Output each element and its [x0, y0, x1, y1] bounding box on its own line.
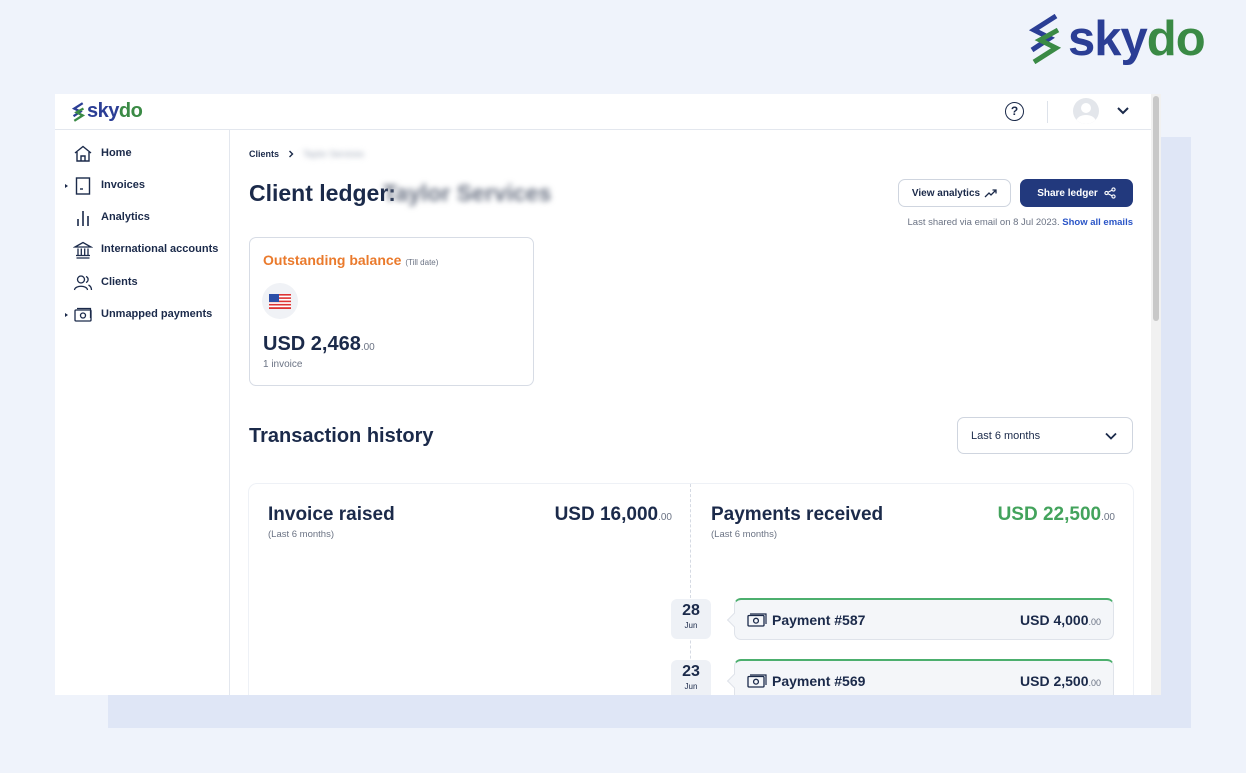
users-icon: [73, 275, 93, 291]
payments-received-period: (Last 6 months): [711, 529, 777, 540]
payment-amount: USD 4,000.00: [1020, 612, 1101, 628]
sidebar-item-label: Invoices: [101, 179, 146, 191]
cash-icon: [747, 674, 767, 688]
app-logo[interactable]: skydo: [72, 100, 143, 123]
payment-card[interactable]: Payment #587 USD 4,000.00: [726, 598, 1114, 640]
bar-chart-icon: [77, 211, 89, 226]
date-chip: 28 Jun: [671, 599, 711, 639]
divider: [1047, 101, 1048, 123]
currency-flag: [262, 283, 298, 319]
sidebar-item-label: Unmapped payments: [101, 308, 213, 320]
sidebar-item-analytics[interactable]: Analytics: [55, 206, 229, 230]
invoice-raised-amount: USD 16,000.00: [554, 504, 672, 525]
invoice-raised-period: (Last 6 months): [268, 529, 334, 540]
share-ledger-button[interactable]: Share ledger: [1020, 179, 1133, 207]
sidebar-item-unmapped-payments[interactable]: Unmapped payments: [55, 303, 229, 327]
last-shared-info: Last shared via email on 8 Jul 2023. Sho…: [908, 217, 1133, 228]
sidebar-item-invoices[interactable]: Invoices: [55, 174, 229, 198]
share-icon: [1104, 187, 1116, 199]
client-name: Taylor Services: [383, 180, 552, 206]
chevron-down-icon[interactable]: [1115, 104, 1131, 118]
page-title: Client ledger:: [249, 180, 396, 206]
show-all-emails-link[interactable]: Show all emails: [1062, 217, 1133, 228]
main-content: Clients Taylor Services Client ledger: T…: [231, 130, 1151, 695]
cash-icon: [747, 613, 767, 627]
expand-caret-icon[interactable]: [65, 184, 68, 188]
sidebar-item-label: Clients: [101, 276, 138, 288]
sidebar-item-home[interactable]: Home: [55, 142, 229, 166]
view-analytics-button[interactable]: View analytics: [898, 179, 1011, 207]
balance-subtitle: (Till date): [405, 258, 439, 267]
balance-amount: USD 2,468.00: [263, 333, 375, 355]
sidebar-item-label: Home: [101, 147, 132, 159]
avatar[interactable]: [1073, 98, 1099, 124]
payment-card[interactable]: Payment #569 USD 2,500.00: [726, 659, 1114, 695]
skydo-mark-icon: [1028, 14, 1062, 64]
payments-received-title: Payments received: [711, 504, 884, 525]
sidebar: Home Invoices Analytics International ac…: [55, 130, 230, 695]
trending-up-icon: [984, 188, 997, 197]
skydo-mark-icon: [72, 101, 85, 122]
invoice-raised-title: Invoice raised: [268, 504, 395, 525]
bank-icon: [73, 241, 93, 259]
date-day: 23: [682, 663, 700, 680]
app-wordmark: skydo: [87, 100, 143, 122]
date-range-select[interactable]: Last 6 months: [957, 417, 1133, 454]
date-month: Jun: [684, 682, 698, 691]
transaction-history-title: Transaction history: [249, 425, 434, 447]
breadcrumb-clients[interactable]: Clients: [249, 149, 279, 159]
payment-label: Payment #569: [772, 673, 866, 689]
share-ledger-label: Share ledger: [1037, 187, 1098, 199]
help-icon[interactable]: ?: [1005, 102, 1024, 121]
scrollbar[interactable]: [1151, 94, 1161, 695]
home-icon: [74, 145, 92, 162]
app-window: skydo ? Home Invoices Analytics Internat…: [55, 94, 1161, 695]
payment-amount: USD 2,500.00: [1020, 673, 1101, 689]
date-range-value: Last 6 months: [971, 430, 1041, 442]
transaction-panel: Invoice raised (Last 6 months) USD 16,00…: [249, 484, 1133, 695]
invoice-icon: [75, 177, 91, 195]
last-shared-text: Last shared via email on 8 Jul 2023.: [907, 217, 1060, 228]
payments-received-amount: USD 22,500.00: [997, 504, 1115, 525]
date-day: 28: [682, 602, 700, 619]
sidebar-item-clients[interactable]: Clients: [55, 271, 229, 295]
outstanding-balance-card: Outstanding balance (Till date) USD 2,46…: [249, 237, 534, 386]
chevron-right-icon: [289, 150, 294, 158]
skydo-brand-logo: skydo: [1028, 11, 1206, 66]
sidebar-item-international-accounts[interactable]: International accounts: [55, 238, 229, 262]
sidebar-item-label: Analytics: [101, 211, 150, 223]
date-chip: 23 Jun: [671, 660, 711, 695]
expand-caret-icon[interactable]: [65, 313, 68, 317]
view-analytics-label: View analytics: [911, 187, 981, 199]
cash-icon: [74, 307, 92, 322]
breadcrumb-current: Taylor Services: [303, 149, 365, 159]
brand-wordmark: skydo: [1068, 11, 1206, 66]
payment-label: Payment #587: [772, 612, 866, 628]
chevron-down-icon: [1105, 432, 1117, 440]
balance-title: Outstanding balance (Till date): [263, 252, 439, 268]
scrollbar-thumb[interactable]: [1153, 96, 1159, 321]
top-bar: skydo ?: [55, 94, 1151, 130]
sidebar-item-label: International accounts: [101, 243, 219, 255]
invoice-count: 1 invoice: [263, 359, 303, 370]
us-flag-icon: [269, 293, 291, 309]
date-month: Jun: [684, 621, 698, 630]
